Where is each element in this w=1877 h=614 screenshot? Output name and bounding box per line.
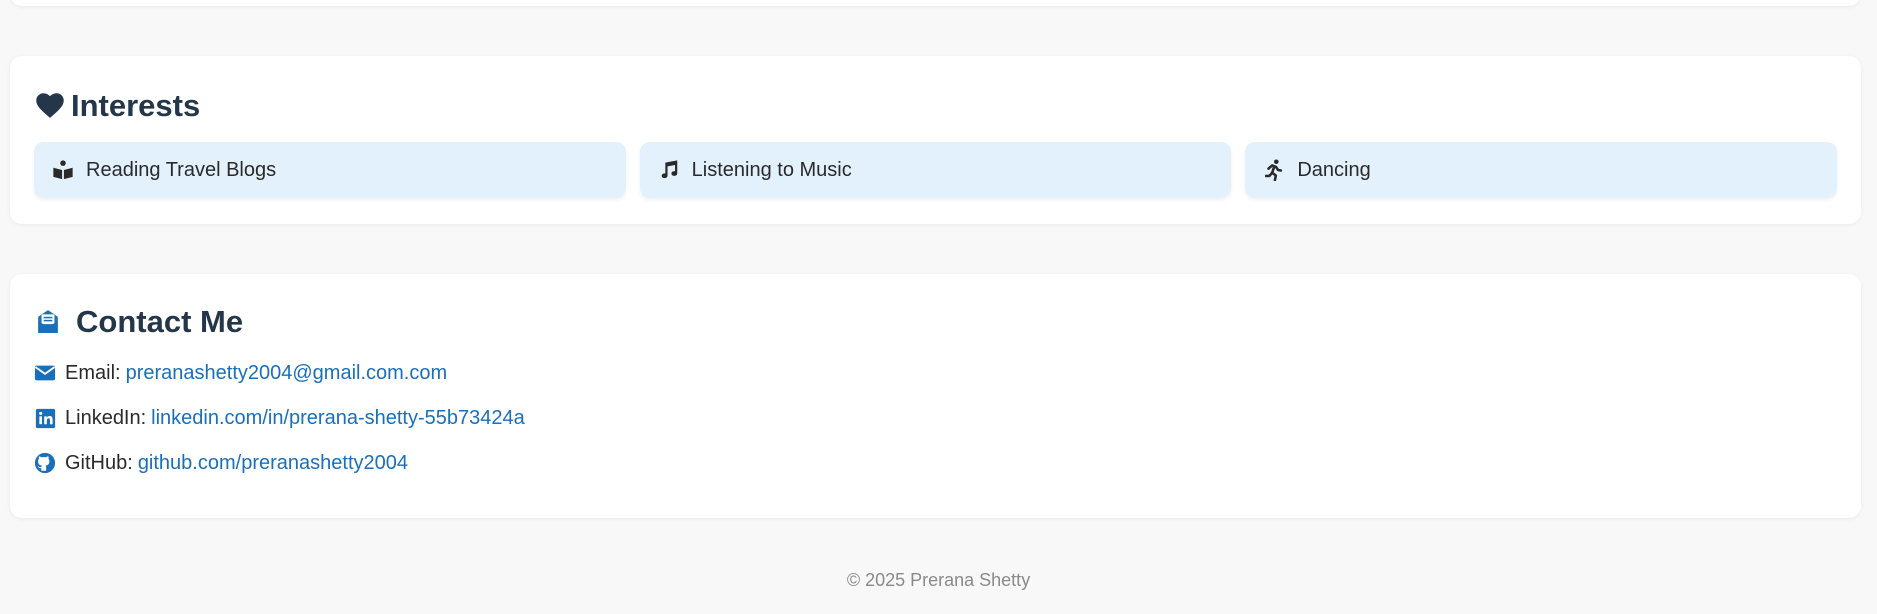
linkedin-link[interactable]: linkedin.com/in/prerana-shetty-55b73424a xyxy=(151,407,525,430)
contact-github-row: GitHub: github.com/preranashetty2004 xyxy=(34,450,525,476)
interest-item-dancing: Dancing xyxy=(1245,142,1838,198)
interest-label: Listening to Music xyxy=(691,158,852,181)
contact-section: Contact Me Email: preranashetty2004@gmai… xyxy=(10,274,1861,518)
interest-label: Reading Travel Blogs xyxy=(86,158,277,181)
running-person-icon xyxy=(1263,159,1285,181)
interests-section: Interests Reading Travel Blogs Listening… xyxy=(10,56,1861,224)
interests-heading: Interests xyxy=(34,88,200,124)
github-label: GitHub: xyxy=(65,451,133,474)
interest-label: Dancing xyxy=(1297,158,1371,181)
contact-email-row: Email: preranashetty2004@gmail.com.com xyxy=(34,360,525,386)
email-label: Email: xyxy=(65,361,121,384)
previous-section-card xyxy=(10,0,1861,6)
github-link[interactable]: github.com/preranashetty2004 xyxy=(138,452,408,475)
music-note-icon xyxy=(658,159,680,181)
interest-item-reading: Reading Travel Blogs xyxy=(34,142,626,198)
interests-list: Reading Travel Blogs Listening to Music … xyxy=(34,142,1838,198)
email-link[interactable]: preranashetty2004@gmail.com.com xyxy=(126,362,448,385)
contact-title: Contact Me xyxy=(76,304,244,339)
envelope-open-text-icon xyxy=(34,308,62,336)
contact-linkedin-row: LinkedIn: linkedin.com/in/prerana-shetty… xyxy=(34,405,525,431)
contact-list: Email: preranashetty2004@gmail.com.com L… xyxy=(34,360,525,495)
interest-item-music: Listening to Music xyxy=(639,142,1232,198)
contact-heading: Contact Me xyxy=(34,304,243,340)
envelope-icon xyxy=(34,362,56,384)
linkedin-label: LinkedIn: xyxy=(65,406,147,429)
book-reader-icon xyxy=(52,159,74,181)
heart-icon xyxy=(34,90,66,122)
linkedin-icon xyxy=(34,407,56,429)
footer-copyright: © 2025 Prerana Shetty xyxy=(846,570,1031,590)
footer: © 2025 Prerana Shetty xyxy=(0,570,1877,591)
interests-title: Interests xyxy=(71,88,201,123)
github-icon xyxy=(34,452,56,474)
